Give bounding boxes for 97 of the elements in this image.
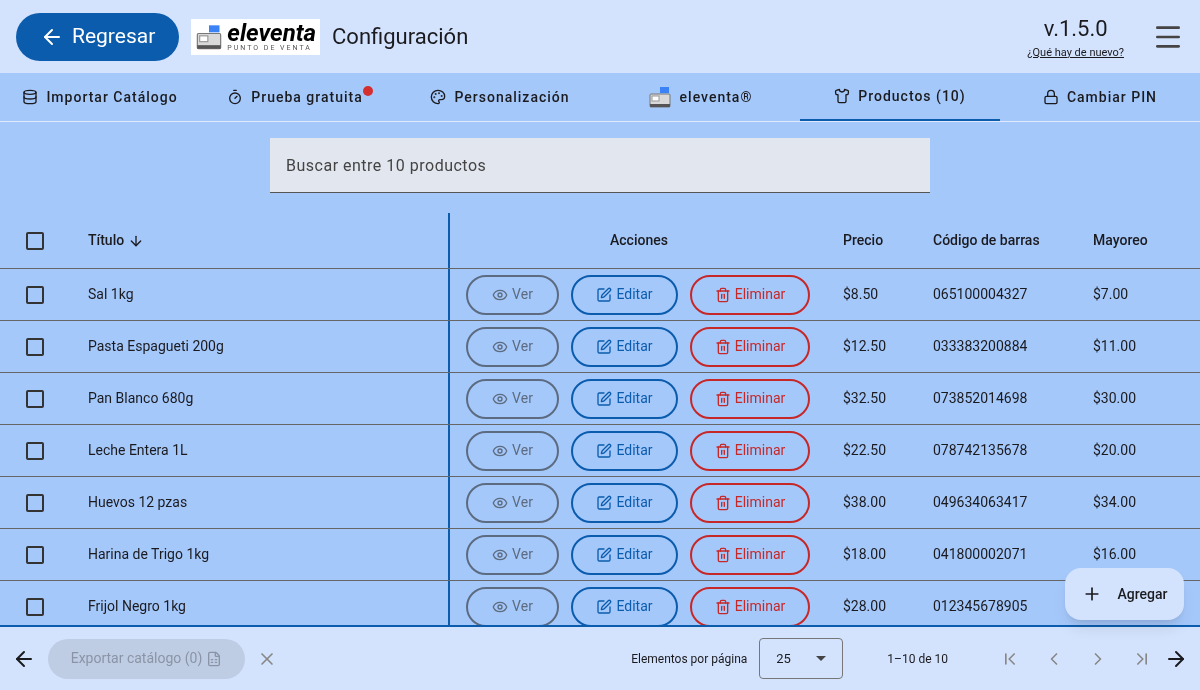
dropdown-caret-icon: [816, 656, 827, 661]
page-title: Configuración: [332, 23, 469, 51]
table-cell-text: Sal 1kg: [88, 285, 134, 304]
tab[interactable]: Productos (10): [800, 73, 1000, 121]
checkbox[interactable]: [26, 441, 44, 460]
spreadsheet-icon: [206, 650, 223, 667]
table-cell-text: Huevos 12 pzas: [88, 493, 188, 512]
trash-icon: [714, 494, 731, 511]
edit-button[interactable]: Editar: [571, 534, 678, 575]
table-cell: 078742135678: [933, 442, 1028, 458]
table-cell: $8.50: [843, 286, 879, 302]
table-cell: $12.50: [843, 338, 887, 354]
checkbox[interactable]: [26, 231, 44, 250]
cash-register-icon: [647, 84, 672, 110]
export-button: Exportar catálogo (0): [48, 638, 245, 679]
delete-button[interactable]: Eliminar: [690, 326, 810, 367]
table-cell: 033383200884: [933, 338, 1028, 354]
table-cell: $32.50: [843, 390, 887, 406]
table-cell: $20.00: [1093, 442, 1137, 458]
trash-icon: [714, 598, 731, 615]
column-header[interactable]: Mayoreo: [1093, 232, 1148, 248]
edit-button[interactable]: Editar: [571, 326, 678, 367]
edit-icon: [596, 390, 613, 407]
edit-button[interactable]: Editar: [571, 378, 678, 419]
table-cell: $22.50: [843, 442, 887, 458]
table-cell: 041800002071: [933, 546, 1028, 562]
view-button[interactable]: Ver: [466, 326, 559, 367]
add-button[interactable]: Agregar: [1065, 568, 1184, 620]
range-label: 1–10 de 10: [887, 650, 948, 668]
column-header: Acciones: [610, 231, 668, 250]
edit-icon: [596, 442, 613, 459]
tab[interactable]: Personalización: [400, 73, 600, 121]
trash-icon: [714, 286, 731, 303]
table-cell-text: Frijol Negro 1kg: [88, 597, 186, 616]
checkbox[interactable]: [26, 285, 44, 304]
edit-icon: [596, 546, 613, 563]
table-cell: $16.00: [1093, 546, 1137, 562]
table-cell: 012345678905: [933, 598, 1028, 614]
logo-name: eleventa: [227, 21, 317, 45]
table-cell-text: Pan Blanco 680g: [88, 389, 194, 408]
delete-button[interactable]: Eliminar: [690, 274, 810, 315]
table-cell: $18.00: [843, 546, 887, 562]
tab[interactable]: Importar Catálogo: [0, 73, 200, 121]
table-cell-text: Pasta Espagueti 200g: [88, 337, 224, 356]
delete-button[interactable]: Eliminar: [690, 482, 810, 523]
edit-icon: [596, 494, 613, 511]
checkbox[interactable]: [26, 545, 44, 564]
checkbox[interactable]: [26, 493, 44, 512]
view-button[interactable]: Ver: [466, 482, 559, 523]
per-page-select[interactable]: 25: [759, 638, 844, 679]
trash-icon: [714, 338, 731, 355]
table-cell: 049634063417: [933, 494, 1028, 510]
column-header[interactable]: Código de barras: [933, 232, 1040, 248]
table-cell-text: Leche Entera 1L: [88, 441, 188, 460]
checkbox[interactable]: [26, 389, 44, 408]
delete-button[interactable]: Eliminar: [690, 534, 810, 575]
tab[interactable]: Cambiar PIN: [1000, 73, 1200, 121]
whats-new-link[interactable]: ¿Qué hay de nuevo?: [1027, 44, 1124, 62]
table-cell: $34.00: [1093, 494, 1137, 510]
column-header[interactable]: Título: [88, 230, 125, 251]
edit-button[interactable]: Editar: [571, 274, 678, 315]
table-cell: $7.00: [1093, 286, 1129, 302]
view-button[interactable]: Ver: [466, 534, 559, 575]
view-button[interactable]: Ver: [466, 430, 559, 471]
edit-icon: [596, 598, 613, 615]
database-icon: [22, 89, 39, 105]
trash-icon: [714, 390, 731, 407]
edit-button[interactable]: Editar: [571, 482, 678, 523]
version-label: v.1.5.0: [1043, 14, 1108, 43]
back-button[interactable]: Regresar: [16, 12, 180, 61]
edit-icon: [596, 338, 613, 355]
trash-icon: [714, 442, 731, 459]
timer-icon: [227, 89, 244, 105]
delete-button[interactable]: Eliminar: [690, 378, 810, 419]
trash-icon: [714, 546, 731, 563]
column-header[interactable]: Precio: [843, 232, 884, 248]
tab[interactable]: eleventa®: [600, 73, 800, 121]
per-page-label: Elementos por página: [631, 650, 748, 668]
table-cell-text: Harina de Trigo 1kg: [88, 545, 210, 564]
table-cell: $30.00: [1093, 390, 1137, 406]
view-button[interactable]: Ver: [466, 378, 559, 419]
checkbox[interactable]: [26, 597, 44, 616]
checkbox[interactable]: [26, 337, 44, 356]
edit-icon: [596, 286, 613, 303]
table-cell: 065100004327: [933, 286, 1028, 302]
edit-button[interactable]: Editar: [571, 430, 678, 471]
delete-button[interactable]: Eliminar: [690, 430, 810, 471]
lock-icon: [1042, 89, 1059, 105]
tab[interactable]: Prueba gratuita: [200, 73, 400, 121]
table-cell: $11.00: [1093, 338, 1137, 354]
palette-icon: [430, 89, 447, 105]
table-cell: $28.00: [843, 598, 887, 614]
shirt-icon: [834, 88, 851, 104]
table-cell: 073852014698: [933, 390, 1028, 406]
view-button[interactable]: Ver: [466, 274, 559, 315]
table-cell: $38.00: [843, 494, 887, 510]
search-field[interactable]: Buscar entre 10 productos: [270, 138, 930, 193]
